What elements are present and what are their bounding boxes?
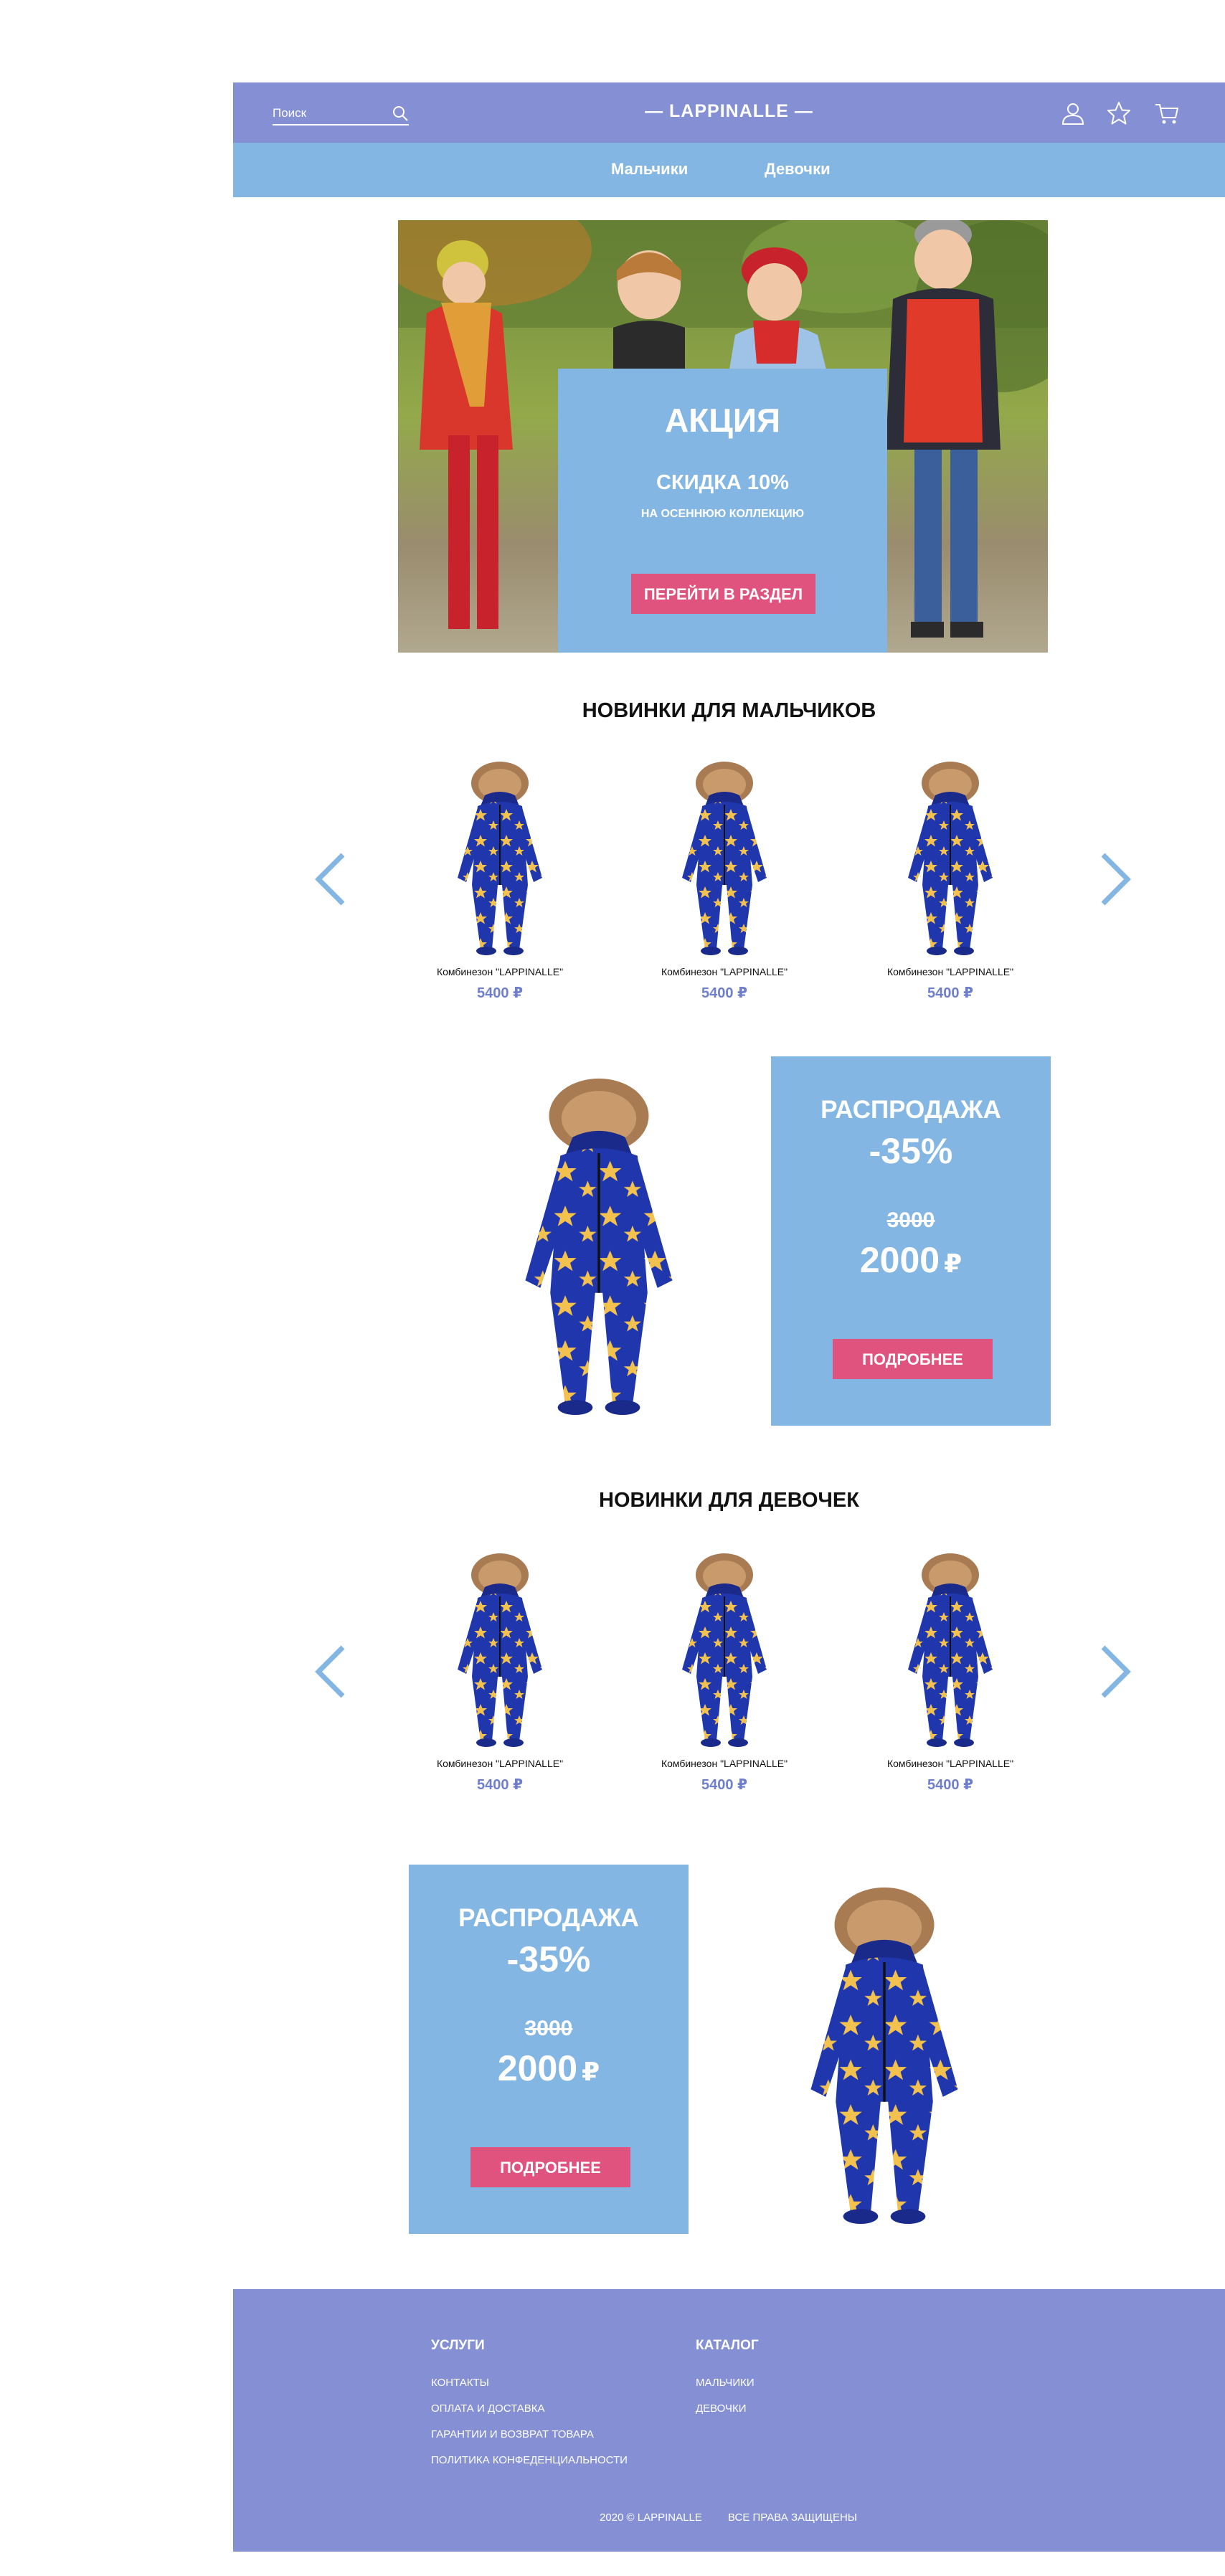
sale-title: РАСПРОДАЖА	[458, 1904, 639, 1932]
footer-link-contacts[interactable]: КОНТАКТЫ	[431, 2377, 489, 2389]
hero-banner: АКЦИЯ СКИДКА 10% НА ОСЕННЮЮ КОЛЛЕКЦИЮ ПЕ…	[398, 220, 1048, 653]
sale-title: РАСПРОДАЖА	[820, 1096, 1001, 1124]
product-name: Комбинезон "LAPPINALLE"	[661, 1758, 788, 1769]
carousel-next-arrow-girls[interactable]	[1099, 1644, 1132, 1699]
product-name: Комбинезон "LAPPINALLE"	[661, 966, 788, 977]
product-price: 5400 ₽	[927, 1777, 973, 1793]
currency-sign: ₽	[944, 1249, 962, 1278]
top-header-bar: — LAPPINALLE —	[233, 82, 1225, 143]
product-card[interactable]: Комбинезон "LAPPINALLE" 5400 ₽	[410, 1548, 590, 1806]
product-card[interactable]: Комбинезон "LAPPINALLE" 5400 ₽	[635, 1548, 814, 1806]
details-button[interactable]: ПОДРОБНЕЕ	[833, 1339, 993, 1379]
product-name: Комбинезон "LAPPINALLE"	[886, 1758, 1014, 1769]
old-price: 3000	[886, 1208, 935, 1232]
product-image	[457, 761, 543, 956]
product-name: Комбинезон "LAPPINALLE"	[436, 966, 564, 977]
footer-link-payment-delivery[interactable]: ОПЛАТА И ДОСТАВКА	[431, 2402, 545, 2415]
footer-link-warranty-returns[interactable]: ГАРАНТИИ И ВОЗВРАТ ТОВАРА	[431, 2428, 594, 2440]
carousel-prev-arrow-boys[interactable]	[314, 852, 347, 906]
sale-box: РАСПРОДАЖА -35% 3000 2000 ₽ ПОДРОБНЕЕ	[409, 1865, 689, 2234]
new-price-value: 2000	[497, 2048, 578, 2088]
user-icon[interactable]	[1061, 101, 1085, 126]
section-title-boys: НОВИНКИ ДЛЯ МАЛЬЧИКОВ	[582, 699, 876, 722]
sale-percent: -35%	[506, 1939, 591, 1979]
promo-description: НА ОСЕННЮЮ КОЛЛЕКЦИЮ	[640, 508, 805, 520]
product-card[interactable]: Комбинезон "LAPPINALLE" 5400 ₽	[861, 756, 1040, 1014]
footer-services-title: УСЛУГИ	[431, 2338, 485, 2353]
product-image	[457, 1553, 543, 1748]
product-card[interactable]: Комбинезон "LAPPINALLE" 5400 ₽	[410, 756, 590, 1014]
product-price: 5400 ₽	[477, 1777, 523, 1793]
promo-box: АКЦИЯ СКИДКА 10% НА ОСЕННЮЮ КОЛЛЕКЦИЮ ПЕ…	[558, 369, 887, 653]
carousel-prev-arrow-girls[interactable]	[314, 1644, 347, 1699]
cart-icon[interactable]	[1155, 101, 1179, 126]
sale-box: РАСПРОДАЖА -35% 3000 2000 ₽ ПОДРОБНЕЕ	[771, 1056, 1051, 1426]
product-image	[907, 1553, 993, 1748]
old-price: 3000	[524, 2017, 573, 2040]
product-image	[907, 761, 993, 956]
new-price: 2000 ₽	[409, 2047, 689, 2089]
all-rights-reserved: ВСЕ ПРАВА ЗАЩИЩЕНЫ	[728, 2511, 858, 2524]
product-price: 5400 ₽	[927, 985, 973, 1001]
sale-percent: -35%	[869, 1131, 953, 1171]
product-price: 5400 ₽	[477, 985, 523, 1001]
product-image	[681, 1553, 767, 1748]
footer-link-boys[interactable]: МАЛЬЧИКИ	[696, 2377, 755, 2389]
sale-product-image[interactable]	[788, 1877, 981, 2229]
footer-catalog-title: КАТАЛОГ	[696, 2338, 759, 2353]
product-image	[681, 761, 767, 956]
product-card[interactable]: Комбинезон "LAPPINALLE" 5400 ₽	[635, 756, 814, 1014]
footer-link-girls[interactable]: ДЕВОЧКИ	[696, 2402, 747, 2415]
section-title-girls: НОВИНКИ ДЛЯ ДЕВОЧЕК	[599, 1489, 859, 1512]
product-card[interactable]: Комбинезон "LAPPINALLE" 5400 ₽	[861, 1548, 1040, 1806]
promo-title: АКЦИЯ	[664, 402, 781, 439]
nav-link-boys[interactable]: Мальчики	[611, 160, 688, 179]
go-to-section-button[interactable]: ПЕРЕЙТИ В РАЗДЕЛ	[631, 574, 815, 614]
nav-link-girls[interactable]: Девочки	[765, 160, 831, 179]
new-price: 2000 ₽	[771, 1239, 1051, 1281]
copyright: 2020 © LAPPINALLE	[600, 2511, 702, 2524]
carousel-next-arrow-boys[interactable]	[1099, 852, 1132, 906]
new-price-value: 2000	[859, 1240, 940, 1280]
product-price: 5400 ₽	[701, 985, 747, 1001]
footer-link-privacy-policy[interactable]: ПОЛИТИКА КОНФЕДЕНЦИАЛЬНОСТИ	[431, 2454, 628, 2466]
star-icon[interactable]	[1107, 101, 1131, 126]
details-button[interactable]: ПОДРОБНЕЕ	[470, 2147, 630, 2187]
promo-subtitle: СКИДКА 10%	[656, 471, 789, 494]
sale-product-image[interactable]	[502, 1069, 696, 1420]
footer: УСЛУГИ КОНТАКТЫ ОПЛАТА И ДОСТАВКА ГАРАНТ…	[233, 2289, 1225, 2552]
main-nav: Мальчики Девочки	[233, 143, 1225, 197]
product-name: Комбинезон "LAPPINALLE"	[436, 1758, 564, 1769]
product-price: 5400 ₽	[701, 1777, 747, 1793]
product-name: Комбинезон "LAPPINALLE"	[886, 966, 1014, 977]
currency-sign: ₽	[582, 2057, 600, 2086]
